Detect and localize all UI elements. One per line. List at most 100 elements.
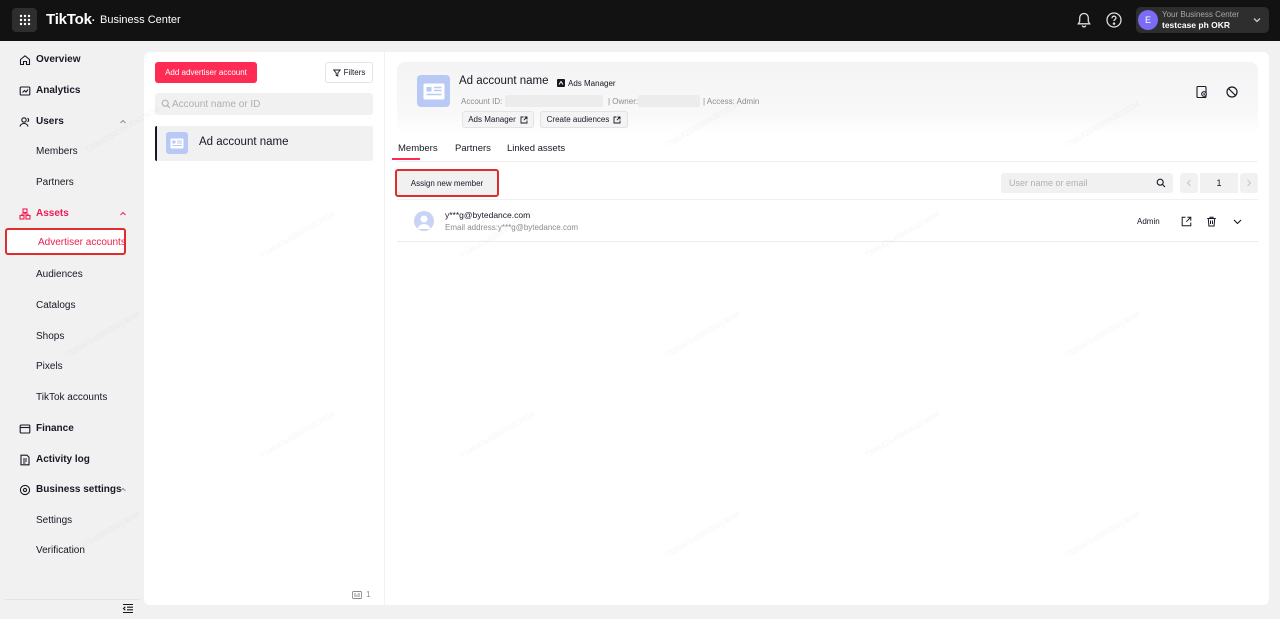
advertiser-account-list-panel: Add advertiser account Filters Ad accoun… bbox=[144, 52, 384, 605]
sidebar-item-label: Assets bbox=[36, 208, 69, 219]
filters-button[interactable]: Filters bbox=[325, 62, 373, 83]
tabs-divider bbox=[397, 161, 1258, 162]
ads-manager-button-label: Ads Manager bbox=[468, 115, 516, 124]
sidebar-item-label: Verification bbox=[36, 545, 85, 556]
account-header: Ad account name Ads Manager Account ID: … bbox=[397, 62, 1258, 135]
add-advertiser-account-button[interactable]: Add advertiser account bbox=[155, 62, 257, 83]
delete-icon[interactable] bbox=[1206, 216, 1217, 227]
account-search-input[interactable] bbox=[172, 96, 367, 112]
sidebar-item-analytics[interactable]: Analytics bbox=[5, 77, 140, 105]
bell-icon[interactable] bbox=[1075, 11, 1093, 29]
avatar bbox=[414, 211, 434, 231]
ad-account-icon bbox=[352, 590, 362, 599]
account-detail-panel: Ad account name Ads Manager Account ID: … bbox=[385, 52, 1269, 605]
sidebar-item-label: Settings bbox=[36, 515, 73, 526]
sidebar-item-label: Members bbox=[36, 146, 78, 157]
sidebar-item-audiences[interactable]: Audiences bbox=[5, 261, 140, 289]
ad-account-thumbnail bbox=[417, 75, 450, 107]
search-icon bbox=[161, 99, 171, 109]
account-id-label: Account ID: bbox=[461, 97, 503, 106]
member-email-address: Email address:y***g@bytedance.com bbox=[445, 223, 579, 232]
create-audiences-button[interactable]: Create audiences bbox=[540, 111, 628, 128]
sidebar-item-label: Catalogs bbox=[36, 300, 76, 311]
current-page[interactable]: 1 bbox=[1200, 173, 1238, 193]
ads-manager-badge-label: Ads Manager bbox=[568, 78, 616, 88]
account-label: Your Business Center bbox=[1162, 10, 1240, 19]
next-page-button[interactable] bbox=[1240, 173, 1258, 193]
tab-members[interactable]: Members bbox=[398, 143, 438, 154]
pagination: 1 bbox=[1180, 173, 1258, 193]
active-tab-indicator bbox=[392, 158, 420, 160]
search-icon[interactable] bbox=[1156, 178, 1166, 188]
account-avatar: E bbox=[1138, 10, 1158, 30]
chevron-down-icon[interactable] bbox=[1232, 216, 1243, 227]
sidebar-item-members[interactable]: Members bbox=[5, 138, 140, 166]
list-divider bbox=[397, 199, 1258, 200]
chevron-up-icon bbox=[120, 487, 126, 492]
filter-icon bbox=[332, 69, 341, 77]
sidebar-item-label: Shops bbox=[36, 331, 65, 342]
redacted-account-id bbox=[505, 95, 603, 107]
sidebar-item-label: Finance bbox=[36, 423, 74, 434]
sidebar-item-assets[interactable]: Assets bbox=[5, 200, 140, 228]
sidebar-item-label: Activity log bbox=[36, 454, 90, 465]
member-email: y***g@bytedance.com bbox=[445, 210, 531, 220]
account-count-value: 1 bbox=[366, 590, 371, 599]
sidebar-item-activity-log[interactable]: Activity log bbox=[5, 446, 140, 474]
settings-icon bbox=[19, 484, 31, 496]
external-link-icon bbox=[520, 116, 528, 123]
previous-page-button[interactable] bbox=[1180, 173, 1198, 193]
sidebar-item-label: TikTok accounts bbox=[36, 392, 108, 403]
help-icon[interactable] bbox=[1105, 11, 1123, 29]
sidebar-item-verification[interactable]: Verification bbox=[5, 537, 140, 565]
sidebar-item-catalogs[interactable]: Catalogs bbox=[5, 292, 140, 320]
sidebar-item-overview[interactable]: Overview bbox=[5, 46, 140, 74]
member-search bbox=[1001, 173, 1173, 193]
home-icon bbox=[19, 55, 31, 66]
sidebar-item-pixels[interactable]: Pixels bbox=[5, 353, 140, 381]
disable-icon[interactable] bbox=[1225, 85, 1239, 99]
external-link-icon[interactable] bbox=[1181, 216, 1192, 227]
analytics-icon bbox=[19, 86, 31, 96]
sidebar-item-users[interactable]: Users bbox=[5, 108, 140, 136]
ad-account-icon bbox=[423, 83, 444, 99]
sidebar-item-business-settings[interactable]: Business settings bbox=[5, 476, 140, 504]
finance-icon bbox=[19, 424, 31, 434]
account-list-item[interactable]: Ad account name bbox=[155, 126, 373, 161]
assign-new-member-button[interactable]: Assign new member bbox=[395, 169, 499, 197]
account-count: 1 bbox=[352, 590, 370, 599]
ad-account-icon bbox=[170, 138, 184, 148]
account-name: testcase ph OKR bbox=[1162, 20, 1231, 30]
sidebar-item-shops[interactable]: Shops bbox=[5, 323, 140, 351]
tab-partners[interactable]: Partners bbox=[455, 143, 491, 154]
tiktok-logo[interactable]: TikTok· bbox=[46, 11, 95, 28]
member-row[interactable]: y***g@bytedance.com Email address:y***g@… bbox=[397, 201, 1258, 242]
chevron-left-icon bbox=[1186, 179, 1191, 187]
user-icon bbox=[417, 215, 431, 229]
collapse-sidebar-icon[interactable] bbox=[122, 603, 134, 614]
top-bar: TikTok· Business Center E Your Business … bbox=[0, 0, 1280, 41]
account-info-icon[interactable] bbox=[1195, 85, 1209, 99]
sidebar-item-tiktok-accounts[interactable]: TikTok accounts bbox=[5, 384, 140, 412]
business-center-switcher[interactable]: E Your Business Center testcase ph OKR bbox=[1136, 7, 1269, 33]
tab-linked-assets[interactable]: Linked assets bbox=[507, 143, 565, 154]
apps-grid-icon bbox=[19, 14, 30, 26]
member-search-input[interactable] bbox=[1009, 176, 1149, 190]
redacted-owner bbox=[638, 95, 700, 107]
ads-manager-button[interactable]: Ads Manager bbox=[462, 111, 534, 128]
create-audiences-button-label: Create audiences bbox=[546, 115, 610, 124]
chevron-right-icon bbox=[1247, 179, 1252, 187]
owner-label: | Owner: bbox=[608, 97, 639, 106]
sidebar-item-settings[interactable]: Settings bbox=[5, 507, 140, 535]
chevron-up-icon bbox=[120, 211, 126, 216]
sidebar-item-partners[interactable]: Partners bbox=[5, 169, 140, 197]
sidebar: Overview Analytics Users Members Partner… bbox=[5, 46, 140, 619]
sidebar-item-finance[interactable]: Finance bbox=[5, 415, 140, 443]
apps-grid-button[interactable] bbox=[12, 8, 37, 32]
member-role: Admin bbox=[1137, 217, 1160, 226]
users-icon bbox=[19, 117, 30, 127]
ads-manager-badge: Ads Manager bbox=[557, 77, 616, 89]
sidebar-item-advertiser-accounts[interactable]: Advertiser accounts bbox=[5, 228, 126, 255]
ads-manager-icon bbox=[557, 79, 565, 87]
sidebar-item-label: Partners bbox=[36, 177, 74, 188]
